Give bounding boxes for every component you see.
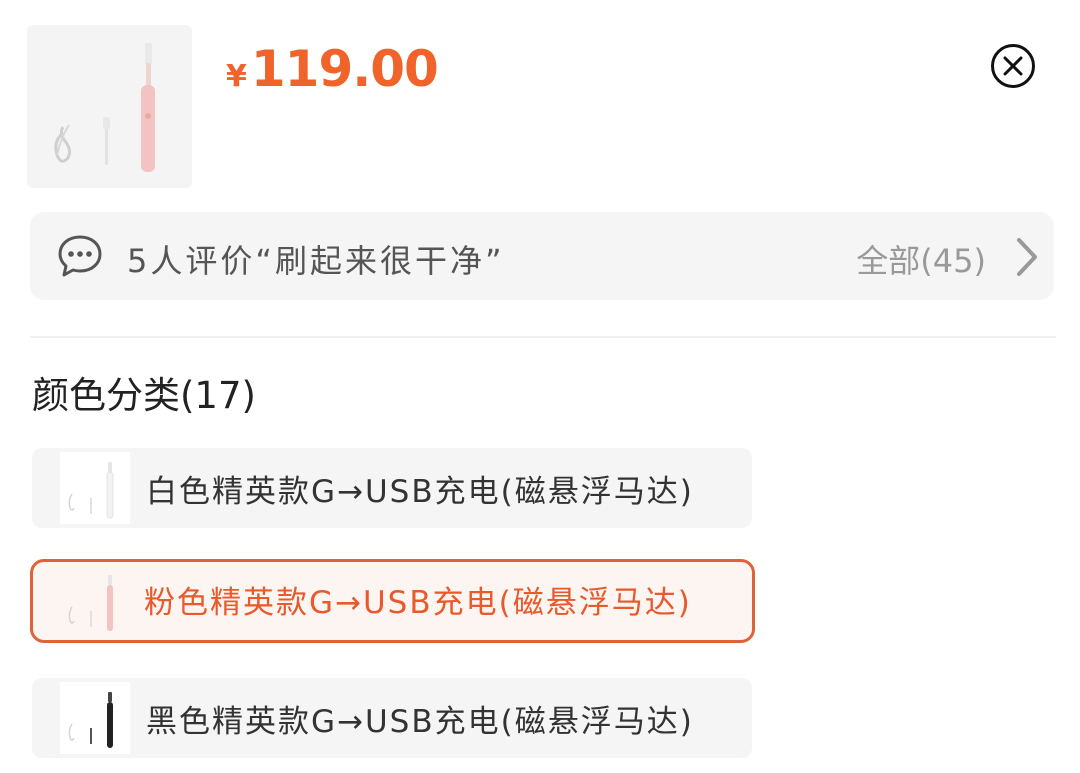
option-label: 黑色精英款G→USB充电(磁悬浮马达) xyxy=(146,704,694,740)
option-thumbnail xyxy=(60,565,130,637)
close-button[interactable] xyxy=(990,43,1036,89)
chevron-right-icon xyxy=(1014,236,1040,278)
option-thumbnail xyxy=(60,452,130,524)
option-label: 粉色精英款G→USB充电(磁悬浮马达) xyxy=(144,585,692,621)
color-option-black[interactable]: 黑色精英款G→USB充电(磁悬浮马达) xyxy=(32,678,752,758)
option-label: 白色精英款G→USB充电(磁悬浮马达) xyxy=(146,474,694,510)
option-thumbnail xyxy=(60,682,130,754)
all-reviews-link[interactable]: 全部(45) xyxy=(856,236,986,282)
comment-bubble-icon xyxy=(57,234,103,278)
toothbrush-image xyxy=(54,43,155,172)
product-thumbnail[interactable] xyxy=(27,25,192,188)
review-summary-bar[interactable]: 5人评价“刷起来很干净” 全部(45) xyxy=(30,212,1054,300)
price-amount: 119.00 xyxy=(250,40,439,98)
product-price: ¥119.00 xyxy=(226,40,439,98)
color-option-pink[interactable]: 粉色精英款G→USB充电(磁悬浮马达) xyxy=(30,559,755,643)
currency-symbol: ¥ xyxy=(226,59,247,94)
toothbrush-thumb-icon xyxy=(68,575,113,631)
color-section-title: 颜色分类(17) xyxy=(32,374,256,417)
review-summary-text: 5人评价“刷起来很干净” xyxy=(127,242,505,280)
toothbrush-thumb-icon xyxy=(68,462,114,519)
section-divider xyxy=(30,336,1056,338)
color-option-white[interactable]: 白色精英款G→USB充电(磁悬浮马达) xyxy=(32,448,752,528)
toothbrush-thumb-icon xyxy=(68,692,113,748)
close-circle-icon xyxy=(991,44,1035,88)
